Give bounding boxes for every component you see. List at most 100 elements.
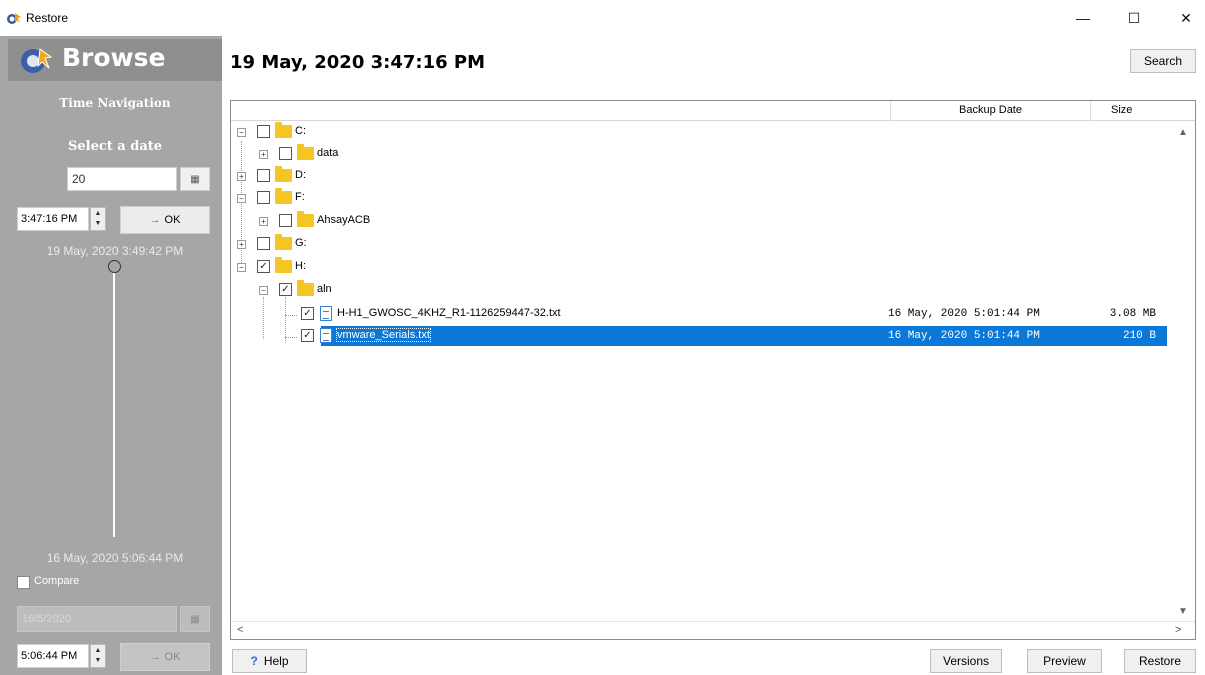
backup-date: 16 May, 2020 5:01:44 PM <box>888 330 1040 342</box>
minimize-button[interactable]: — <box>1063 4 1103 32</box>
backup-date: 16 May, 2020 5:01:44 PM <box>888 308 1040 320</box>
tree-label: vmware_Serials.txt <box>336 328 431 342</box>
horizontal-scrollbar[interactable]: < > <box>231 621 1195 639</box>
file-size: 210 B <box>1122 330 1156 342</box>
arrow-right-icon: → <box>149 651 161 663</box>
compare-time-input[interactable]: 5:06:44 PM <box>17 644 89 668</box>
compare-checkbox[interactable] <box>17 576 30 589</box>
file-size: 3.08 MB <box>1109 308 1156 320</box>
expand-icon[interactable]: + <box>237 172 246 181</box>
text-file-icon <box>320 328 332 343</box>
scroll-down-icon[interactable]: ▼ <box>1178 606 1188 617</box>
preview-button[interactable]: Preview <box>1027 649 1102 673</box>
tree-row[interactable]: − C: <box>231 122 1195 144</box>
text-file-icon <box>320 306 332 321</box>
tree-label: F: <box>295 191 305 203</box>
help-label: Help <box>263 654 289 668</box>
column-header-name[interactable] <box>231 101 891 121</box>
folder-icon <box>275 234 292 250</box>
arrow-right-icon: → <box>149 214 161 226</box>
folder-icon <box>297 280 314 296</box>
tree-checkbox[interactable] <box>257 125 270 138</box>
collapse-icon[interactable]: − <box>237 263 246 272</box>
tree-row-selected[interactable]: ✓ vmware_Serials.txt 16 May, 2020 5:01:4… <box>231 326 1195 348</box>
tree-label: data <box>317 147 339 159</box>
tree-checkbox[interactable] <box>279 147 292 160</box>
column-header-size[interactable]: Size <box>1091 101 1195 121</box>
select-date-label: Select a date <box>67 139 163 154</box>
tree-checkbox[interactable]: ✓ <box>301 329 314 342</box>
ok-label: OK <box>164 214 181 226</box>
ok-button[interactable]: → OK <box>120 206 210 234</box>
scroll-up-icon[interactable]: ▲ <box>1178 127 1188 138</box>
file-tree: Backup Date Size − C: + data + D: − F: + <box>230 100 1196 640</box>
tree-checkbox[interactable] <box>257 169 270 182</box>
collapse-icon[interactable]: − <box>259 286 268 295</box>
tree-label: H-H1_GWOSC_4KHZ_R1-1126259447-32.txt <box>337 307 561 319</box>
restore-button[interactable]: Restore <box>1124 649 1196 673</box>
time-slider-track[interactable] <box>113 273 115 537</box>
tree-label: aln <box>317 283 332 295</box>
tree-row[interactable]: + G: <box>231 234 1195 256</box>
tree-label: AhsayACB <box>317 214 371 226</box>
tree-row[interactable]: − F: <box>231 188 1195 210</box>
expand-icon[interactable]: + <box>259 217 268 226</box>
app-icon <box>7 13 21 24</box>
folder-icon <box>275 122 292 138</box>
folder-icon <box>297 211 314 227</box>
calendar-icon[interactable]: ▦ <box>180 167 210 191</box>
scroll-right-icon[interactable]: > <box>1175 624 1181 636</box>
column-header-backup-date[interactable]: Backup Date <box>891 101 1091 121</box>
title-bar: Restore — ☐ ✕ <box>0 0 1205 36</box>
compare-calendar-icon[interactable]: ▦ <box>180 606 210 632</box>
tree-header: Backup Date Size <box>231 101 1195 121</box>
tree-row[interactable]: ✓ H-H1_GWOSC_4KHZ_R1-1126259447-32.txt 1… <box>231 304 1195 326</box>
tree-row[interactable]: − ✓ H: <box>231 257 1195 279</box>
expand-icon[interactable]: + <box>259 150 268 159</box>
tree-row[interactable]: + data <box>231 144 1195 166</box>
scroll-left-icon[interactable]: < <box>237 624 243 636</box>
compare-time-spinner[interactable]: ▲ ▼ <box>90 644 106 668</box>
compare-date-input[interactable]: 16/5/2020 <box>17 606 177 632</box>
expand-icon[interactable]: + <box>237 240 246 249</box>
compare-ok-button[interactable]: → OK <box>120 643 210 671</box>
folder-icon <box>275 166 292 182</box>
tree-checkbox[interactable] <box>257 191 270 204</box>
tree-checkbox[interactable] <box>279 214 292 227</box>
window-title: Restore <box>26 11 69 25</box>
collapse-icon[interactable]: − <box>237 128 246 137</box>
slider-top-time: 19 May, 2020 3:49:42 PM <box>46 244 184 258</box>
date-input[interactable]: 20 <box>67 167 177 191</box>
tree-row[interactable]: + AhsayACB <box>231 211 1195 233</box>
selection-highlight <box>321 326 1167 346</box>
tree-label: D: <box>295 169 306 181</box>
time-slider-handle[interactable] <box>108 260 121 273</box>
folder-icon <box>275 188 292 204</box>
time-navigation-title: Time Navigation <box>59 96 171 110</box>
tree-checkbox[interactable]: ✓ <box>257 260 270 273</box>
time-spinner[interactable]: ▲ ▼ <box>90 207 106 231</box>
tree-row[interactable]: − ✓ aln <box>231 280 1195 302</box>
help-icon: ? <box>250 654 258 668</box>
folder-icon <box>297 144 314 160</box>
compare-ok-label: OK <box>164 651 181 663</box>
tree-label: G: <box>295 237 307 249</box>
folder-icon <box>275 257 292 273</box>
browse-title: Browse <box>62 43 166 72</box>
tree-row[interactable]: + D: <box>231 166 1195 188</box>
maximize-button[interactable]: ☐ <box>1114 4 1154 32</box>
time-navigation-panel: Browse Time Navigation Select a date 20 … <box>0 36 222 675</box>
close-button[interactable]: ✕ <box>1166 4 1205 32</box>
current-date-title: 19 May, 2020 3:47:16 PM <box>230 52 486 73</box>
browse-logo-icon <box>21 48 52 73</box>
versions-button[interactable]: Versions <box>930 649 1002 673</box>
search-button[interactable]: Search <box>1130 49 1196 73</box>
time-input[interactable]: 3:47:16 PM <box>17 207 89 231</box>
tree-label: H: <box>295 260 306 272</box>
help-button[interactable]: ? Help <box>232 649 307 673</box>
collapse-icon[interactable]: − <box>237 194 246 203</box>
tree-checkbox[interactable]: ✓ <box>279 283 292 296</box>
slider-bottom-time: 16 May, 2020 5:06:44 PM <box>46 551 184 565</box>
tree-checkbox[interactable]: ✓ <box>301 307 314 320</box>
tree-checkbox[interactable] <box>257 237 270 250</box>
